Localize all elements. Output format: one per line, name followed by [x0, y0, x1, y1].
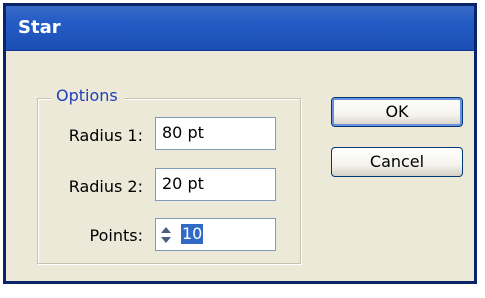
- radius1-label: Radius 1:: [68, 126, 143, 145]
- points-value: 10: [181, 224, 204, 244]
- points-field[interactable]: 10: [155, 218, 276, 251]
- cancel-button[interactable]: Cancel: [331, 147, 463, 177]
- star-dialog: Star Options Radius 1: 80 pt Radius 2: 2…: [3, 3, 477, 284]
- radius2-label: Radius 2:: [68, 177, 143, 196]
- radius1-field[interactable]: 80 pt: [155, 117, 276, 150]
- spinner-arrows-icon[interactable]: [160, 226, 172, 244]
- radius2-field[interactable]: 20 pt: [155, 168, 276, 201]
- points-label: Points:: [89, 226, 143, 245]
- options-legend: Options: [51, 86, 124, 105]
- ok-button[interactable]: OK: [331, 97, 463, 127]
- title-bar[interactable]: Star: [6, 6, 474, 51]
- window-title: Star: [18, 17, 61, 38]
